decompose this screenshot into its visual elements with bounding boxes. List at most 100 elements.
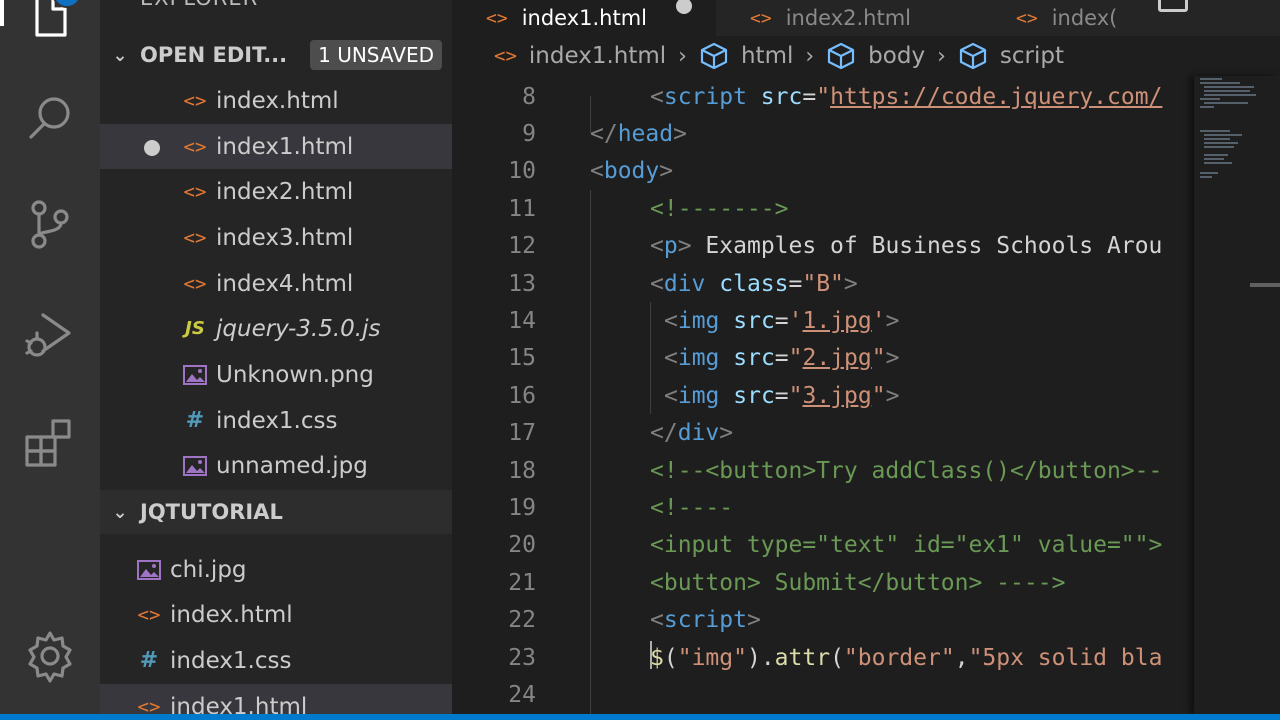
minimap-line	[1200, 78, 1222, 80]
code-line: 10 <body>	[452, 153, 1194, 190]
code-line: 23 $("img").attr("border","5px solid bla	[452, 639, 1194, 676]
code-line: 21 <button> Submit</button> ---->	[452, 564, 1194, 601]
open-editors-label: OPEN EDIT...	[140, 43, 288, 67]
open-editor-item[interactable]: <> index.html	[178, 78, 339, 123]
open-editor-item[interactable]: Unknown.png	[178, 352, 374, 397]
folder-header[interactable]: ⌄ JQTUTORIAL	[100, 490, 452, 534]
status-bar	[0, 714, 1280, 720]
html-file-icon: <>	[183, 135, 207, 158]
open-editor-item[interactable]: <> index2.html	[178, 169, 354, 214]
line-text: <!--<button>Try addClass()</button>--	[650, 457, 1163, 484]
file-name: index4.html	[216, 270, 354, 297]
source-control-icon[interactable]	[0, 174, 100, 274]
image-file-icon	[178, 364, 212, 386]
code-line: 14 <img src='1.jpg'>	[452, 302, 1194, 339]
file-name: chi.jpg	[170, 556, 247, 583]
vertical-scrollbar[interactable]	[1250, 76, 1280, 714]
element-cube-icon	[826, 41, 868, 71]
breadcrumb-body[interactable]: body	[826, 41, 925, 71]
folder-file-item[interactable]: # index1.css	[132, 638, 292, 683]
chevron-down-icon: ⌄	[112, 501, 128, 523]
minimap-line	[1200, 106, 1214, 108]
image-file-icon	[178, 455, 212, 477]
code-line: 24	[452, 676, 1194, 713]
unsaved-dot-icon[interactable]	[676, 0, 692, 14]
html-file-icon: <>	[486, 7, 508, 29]
breadcrumb-script[interactable]: script	[958, 41, 1064, 71]
line-text: </div>	[650, 420, 734, 447]
html-file-icon: <>	[183, 272, 207, 295]
html-file-icon: <>	[183, 226, 207, 249]
html-file-icon: <>	[183, 89, 207, 112]
editor-tabs: <> index1.html <> index2.html <> index(	[452, 0, 1280, 36]
file-name: Unknown.png	[216, 361, 374, 388]
open-editor-item[interactable]: <> index3.html	[178, 215, 354, 260]
chevron-right-icon: ›	[678, 43, 687, 69]
code-line: 12 <p> Examples of Business Schools Arou	[452, 228, 1194, 265]
minimap-line	[1204, 90, 1250, 92]
line-number: 16	[508, 382, 536, 409]
minimap-line	[1200, 172, 1218, 174]
code-line: 22 <script>	[452, 602, 1194, 639]
breadcrumb-file[interactable]: <> index1.html	[494, 43, 666, 69]
open-editor-item[interactable]: <> index4.html	[178, 261, 354, 306]
unsaved-dot-icon[interactable]	[144, 140, 160, 156]
open-editor-item[interactable]: <> index1.html	[100, 124, 452, 169]
minimap-line	[1204, 86, 1254, 88]
line-text: <div class="B">	[650, 270, 858, 297]
code-line: 18 <!--<button>Try addClass()</button>--	[452, 452, 1194, 489]
open-editor-item[interactable]: JS jquery-3.5.0.js	[178, 306, 380, 351]
open-editor-item[interactable]: unnamed.jpg	[178, 443, 368, 488]
line-text: <button> Submit</button> ---->	[650, 569, 1066, 596]
line-number: 13	[508, 270, 536, 297]
file-name: index2.html	[216, 178, 354, 205]
css-file-icon: #	[139, 648, 159, 673]
open-editors-header[interactable]: ⌄ OPEN EDIT... 1 UNSAVED	[100, 33, 452, 77]
open-editor-item[interactable]: # index1.css	[178, 398, 338, 443]
breadcrumb-label: html	[740, 43, 794, 69]
scrollbar-cursor-marker	[1250, 283, 1280, 287]
line-number: 9	[522, 121, 536, 148]
tab-index1-html[interactable]: <> index1.html	[452, 0, 716, 36]
extensions-icon[interactable]	[0, 392, 100, 492]
folder-file-item[interactable]: <> index.html	[132, 592, 293, 637]
folder-file-item[interactable]: chi.jpg	[132, 547, 247, 592]
minimap-line	[1204, 158, 1224, 160]
breadcrumb: <> index1.html › html › body › script	[452, 36, 1280, 76]
line-text: <script src="https://code.jquery.com/	[650, 83, 1163, 110]
settings-gear-icon[interactable]	[0, 606, 100, 706]
breadcrumb-html[interactable]: html	[699, 41, 793, 71]
line-number: 17	[508, 420, 536, 447]
element-cube-icon	[699, 41, 741, 71]
minimap-line	[1200, 82, 1240, 84]
minimap-line	[1204, 138, 1230, 140]
line-number: 20	[508, 532, 536, 559]
code-line: 17 </div>	[452, 415, 1194, 452]
code-line: 20 <input type="text" id="ex1" value="">	[452, 527, 1194, 564]
file-name: index3.html	[216, 224, 354, 251]
line-text: <body>	[590, 158, 674, 185]
files-icon[interactable]: 1	[0, 0, 100, 66]
tab-index3[interactable]: <> index(	[984, 0, 1124, 36]
file-name: unnamed.jpg	[216, 452, 368, 479]
tab-index2-html[interactable]: <> index2.html	[718, 0, 982, 36]
line-number: 21	[508, 569, 536, 596]
line-text: </head>	[590, 121, 687, 148]
line-number: 15	[508, 345, 536, 372]
file-name: index.html	[170, 601, 293, 628]
element-cube-icon	[958, 41, 1000, 71]
breadcrumb-label: script	[999, 43, 1064, 69]
split-editor-icon[interactable]	[1158, 0, 1188, 12]
code-line: 13 <div class="B">	[452, 265, 1194, 302]
tab-label: index2.html	[785, 6, 912, 30]
run-debug-icon[interactable]	[0, 284, 100, 384]
line-number: 10	[508, 158, 536, 185]
chevron-right-icon: ›	[937, 43, 946, 69]
line-number: 8	[522, 83, 536, 110]
line-number: 24	[508, 682, 536, 709]
code-editor[interactable]: 8 <script src="https://code.jquery.com/ …	[452, 78, 1194, 714]
line-text: <img src="3.jpg">	[664, 382, 900, 409]
search-icon[interactable]	[0, 68, 100, 168]
minimap-line	[1204, 154, 1228, 156]
minimap-line	[1200, 130, 1230, 132]
